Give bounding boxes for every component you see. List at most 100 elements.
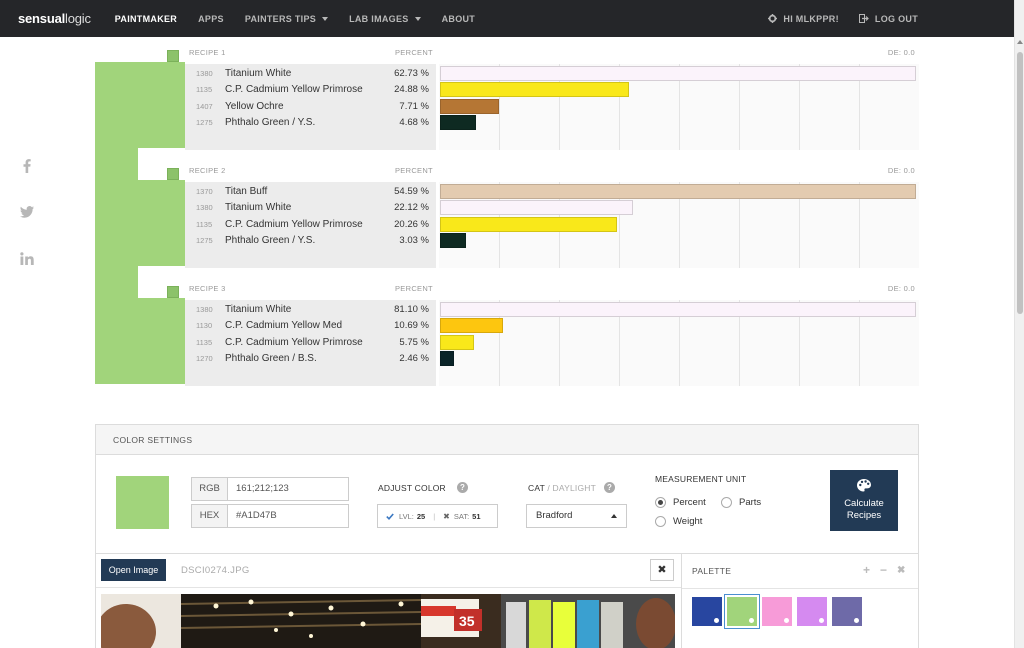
- calculate-label-2: Recipes: [846, 510, 882, 521]
- cat-select[interactable]: Bradford: [526, 504, 627, 528]
- adjust-color-control[interactable]: LVL: 25 | ✖ SAT: 51: [377, 504, 498, 528]
- nav-apps[interactable]: APPS: [198, 14, 224, 24]
- palette-swatch[interactable]: [692, 597, 722, 626]
- paint-bar: [440, 115, 476, 130]
- paint-bar: [440, 301, 916, 317]
- target-swatch: [95, 148, 138, 180]
- recipe-title: RECIPE 2: [189, 166, 226, 175]
- paint-percent: 5.75 %: [399, 336, 429, 348]
- paint-percent: 10.69 %: [394, 320, 429, 331]
- lvl-value: 25: [416, 511, 426, 521]
- photo-image[interactable]: 35: [101, 594, 675, 648]
- add-icon[interactable]: +: [863, 563, 870, 577]
- nav-paintmaker[interactable]: PAINTMAKER: [115, 14, 177, 24]
- hex-field[interactable]: HEX #A1D47B: [191, 504, 349, 528]
- hex-label: HEX: [192, 505, 228, 527]
- rgb-input[interactable]: 161;212;123: [228, 478, 348, 500]
- paint-row[interactable]: 1130 C.P. Cadmium Yellow Med 10.69 %: [185, 318, 436, 334]
- close-icon[interactable]: ✖: [443, 512, 450, 521]
- help-icon[interactable]: ?: [457, 482, 468, 493]
- paint-code: 1275: [196, 118, 213, 127]
- radio-selected-icon[interactable]: [655, 497, 666, 508]
- paint-name: Yellow Ochre: [225, 100, 284, 112]
- paint-row[interactable]: 1380 Titanium White 22.12 %: [185, 200, 436, 216]
- recipe-3: RECIPE 3 PERCENT DE: 0.0 1380 Titanium White…: [167, 284, 919, 388]
- minus-icon[interactable]: −: [880, 563, 887, 577]
- paint-row[interactable]: 1275 Phthalo Green / Y.S. 3.03 %: [185, 233, 436, 249]
- paint-percent: 62.73 %: [394, 67, 429, 79]
- paint-bar: [440, 82, 629, 97]
- recipe-select-checkbox[interactable]: [167, 50, 179, 62]
- target-swatch: [95, 266, 138, 298]
- hex-input[interactable]: #A1D47B: [228, 505, 348, 527]
- palette-swatch[interactable]: [832, 597, 862, 626]
- paint-code: 1380: [196, 68, 213, 78]
- recipe-bar-chart: [439, 64, 919, 150]
- color-settings-title: COLOR SETTINGS: [96, 425, 918, 455]
- twitter-icon[interactable]: [19, 204, 35, 220]
- rgb-field[interactable]: RGB 161;212;123: [191, 477, 349, 501]
- paint-row[interactable]: 1380 Titanium White 81.10 %: [185, 301, 436, 317]
- palette-swatch[interactable]: [762, 597, 792, 626]
- unit-radio-weight[interactable]: Weight: [655, 516, 702, 527]
- paint-name: Phthalo Green / B.S.: [225, 353, 317, 364]
- nav-user-settings[interactable]: HI MLKPPR!: [768, 14, 839, 24]
- logout-icon: [858, 14, 869, 23]
- palette-swatch[interactable]: [725, 595, 759, 628]
- recipe-select-checkbox[interactable]: [167, 168, 179, 180]
- cat-label: CAT / DAYLIGHT: [528, 483, 596, 493]
- rgb-label: RGB: [192, 478, 228, 500]
- paint-percent: 7.71 %: [399, 100, 429, 112]
- recipe-bar-chart: [439, 300, 919, 386]
- delta-e-value: DE: 0.0: [887, 48, 915, 57]
- paint-percent: 22.12 %: [394, 202, 429, 213]
- scroll-up-icon[interactable]: [1017, 40, 1023, 44]
- paint-row[interactable]: 1407 Yellow Ochre 7.71 %: [185, 98, 436, 114]
- nav-painters-tips[interactable]: PAINTERS TIPS: [245, 14, 329, 24]
- top-navbar: sensuallogic PAINTMAKER APPS PAINTERS TI…: [0, 0, 1014, 37]
- open-image-button[interactable]: Open Image: [101, 559, 166, 581]
- paint-row[interactable]: 1380 Titanium White 62.73 %: [185, 65, 436, 81]
- paint-row[interactable]: 1370 Titan Buff 54.59 %: [185, 183, 436, 199]
- paint-row[interactable]: 1270 Phthalo Green / B.S. 2.46 %: [185, 351, 436, 367]
- help-icon[interactable]: ?: [604, 482, 615, 493]
- recipe-bar-chart: [439, 182, 919, 268]
- paint-percent: 81.10 %: [394, 303, 429, 315]
- loaded-photo[interactable]: 35: [101, 594, 675, 648]
- brand-logo[interactable]: sensuallogic: [18, 11, 91, 26]
- facebook-icon[interactable]: [19, 158, 35, 174]
- paint-code: 1380: [196, 203, 213, 212]
- target-swatch: [95, 180, 185, 266]
- close-icon[interactable]: ✖: [897, 565, 905, 576]
- radio-icon[interactable]: [655, 516, 666, 527]
- nav-lab-images[interactable]: LAB IMAGES: [349, 14, 421, 24]
- paint-name: C.P. Cadmium Yellow Med: [225, 320, 343, 331]
- svg-text:35: 35: [459, 613, 475, 629]
- recipe-select-checkbox[interactable]: [167, 286, 179, 298]
- paint-bar: [440, 98, 499, 114]
- nav-logout[interactable]: LOG OUT: [858, 14, 918, 24]
- paint-row[interactable]: 1135 C.P. Cadmium Yellow Primrose 20.26 %: [185, 216, 436, 232]
- current-color-swatch[interactable]: [116, 476, 169, 529]
- radio-icon[interactable]: [721, 497, 732, 508]
- close-image-button[interactable]: ✖: [650, 559, 674, 581]
- scrollbar-thumb[interactable]: [1017, 52, 1023, 314]
- paint-percent: 4.68 %: [399, 117, 429, 128]
- paint-bar: [440, 351, 454, 366]
- paint-code: 1135: [196, 219, 213, 229]
- unit-radio-parts[interactable]: Parts: [721, 497, 761, 508]
- paint-name: Titan Buff: [225, 185, 268, 197]
- paint-row[interactable]: 1135 C.P. Cadmium Yellow Primrose 24.88 %: [185, 82, 436, 98]
- paint-name: Phthalo Green / Y.S.: [225, 117, 316, 128]
- target-swatch: [95, 62, 185, 148]
- linkedin-icon[interactable]: [19, 251, 35, 267]
- page-scrollbar[interactable]: [1014, 0, 1024, 648]
- paint-row[interactable]: 1135 C.P. Cadmium Yellow Primrose 5.75 %: [185, 334, 436, 350]
- paint-percent: 24.88 %: [394, 84, 429, 95]
- palette-swatch[interactable]: [797, 597, 827, 626]
- measurement-unit-label: MEASUREMENT UNIT: [655, 474, 747, 484]
- calculate-recipes-button[interactable]: Calculate Recipes: [830, 470, 898, 531]
- unit-radio-percent[interactable]: Percent: [655, 497, 706, 508]
- nav-about[interactable]: ABOUT: [442, 14, 476, 24]
- paint-row[interactable]: 1275 Phthalo Green / Y.S. 4.68 %: [185, 115, 436, 131]
